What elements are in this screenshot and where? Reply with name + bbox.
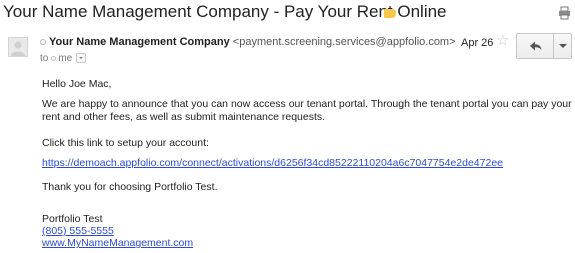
instruction-text: Click this link to setup your account: <box>42 137 209 149</box>
show-details-button[interactable] <box>76 53 87 64</box>
signature-site-link[interactable]: www.MyNameManagement.com <box>42 237 193 249</box>
reply-button-group <box>516 33 572 59</box>
more-actions-button[interactable] <box>553 34 572 58</box>
recipient-line: to me <box>40 53 87 64</box>
recipient-name: me <box>58 53 73 64</box>
reply-icon <box>530 41 542 51</box>
print-icon[interactable] <box>558 6 571 20</box>
presence-icon <box>51 55 57 61</box>
thanks-text: Thank you for choosing Portfolio Test. <box>42 181 218 193</box>
signature-phone-link[interactable]: (805) 555-5555 <box>42 225 193 237</box>
to-label: to <box>40 53 49 64</box>
reply-button[interactable] <box>517 34 553 58</box>
presence-icon <box>40 39 46 46</box>
announcement-text: We are happy to announce that you can no… <box>42 98 572 123</box>
sender-name[interactable]: Your Name Management Company <box>49 36 230 48</box>
subject-bar: Your Name Management Company - Pay Your … <box>0 0 575 28</box>
setup-account-link[interactable]: https://demoach.appfolio.com/connect/act… <box>42 157 503 169</box>
sender-line: Your Name Management Company <payment.sc… <box>40 36 456 48</box>
email-subject: Your Name Management Company - Pay Your … <box>3 2 447 21</box>
message-date: Apr 26 <box>461 37 494 49</box>
greeting-text: Hello Joe Mac, <box>42 78 112 90</box>
signature-name: Portfolio Test <box>42 213 103 225</box>
avatar-icon <box>8 37 28 57</box>
star-icon[interactable]: ☆ <box>496 33 509 48</box>
label-tag-icon[interactable] <box>384 9 396 18</box>
message-header: Your Name Management Company <payment.sc… <box>0 30 575 72</box>
signature: Portfolio Test (805) 555-5555 www.MyName… <box>42 213 193 249</box>
sender-email: <payment.screening.services@appfolio.com… <box>232 36 456 48</box>
